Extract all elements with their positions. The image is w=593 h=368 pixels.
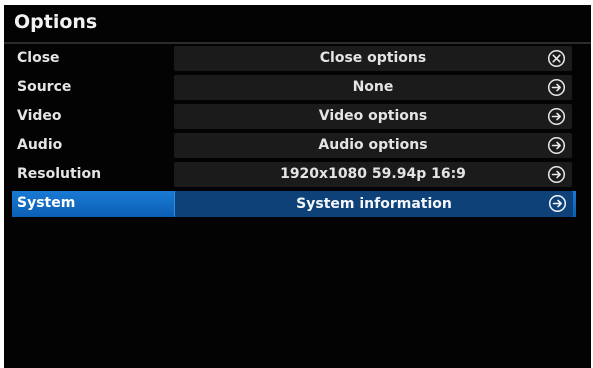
row-value-source: None <box>352 79 394 95</box>
row-value-video: Video options <box>318 108 428 124</box>
system-information-button[interactable]: System information <box>174 191 573 217</box>
row-label-close: Close <box>17 50 60 66</box>
video-options-button[interactable]: Video options <box>174 104 572 129</box>
audio-options-button[interactable]: Audio options <box>174 133 572 158</box>
source-select-button[interactable]: None <box>174 75 572 100</box>
arrow-right-circle-icon[interactable] <box>548 194 567 213</box>
menu-row-audio[interactable]: Audio Audio options <box>4 133 591 158</box>
arrow-right-circle-icon[interactable] <box>547 165 566 184</box>
menu-row-close[interactable]: Close Close options <box>4 46 591 71</box>
menu-row-source[interactable]: Source None <box>4 75 591 100</box>
close-options-button[interactable]: Close options <box>174 46 572 71</box>
row-label-audio: Audio <box>17 137 63 153</box>
row-value-audio: Audio options <box>318 137 428 153</box>
page-title: Options <box>14 11 98 33</box>
row-label-video: Video <box>17 108 62 124</box>
row-value-resolution: 1920x1080 59.94p 16:9 <box>280 166 466 182</box>
menu-row-system[interactable]: System System information <box>12 191 576 217</box>
row-label-resolution: Resolution <box>17 166 102 182</box>
close-circle-icon[interactable] <box>547 49 566 68</box>
arrow-right-circle-icon[interactable] <box>547 107 566 126</box>
row-value-close: Close options <box>319 50 427 66</box>
options-panel: Options Close Close options Source None <box>4 5 591 368</box>
row-label-source: Source <box>17 79 72 95</box>
options-menu: Close Close options Source None Video Vi… <box>4 46 591 221</box>
resolution-select-button[interactable]: 1920x1080 59.94p 16:9 <box>174 162 572 187</box>
menu-row-video[interactable]: Video Video options <box>4 104 591 129</box>
arrow-right-circle-icon[interactable] <box>547 136 566 155</box>
arrow-right-circle-icon[interactable] <box>547 78 566 97</box>
row-label-system: System <box>17 195 76 211</box>
menu-row-resolution[interactable]: Resolution 1920x1080 59.94p 16:9 <box>4 162 591 187</box>
row-value-system: System information <box>296 196 452 212</box>
title-divider <box>4 42 591 44</box>
